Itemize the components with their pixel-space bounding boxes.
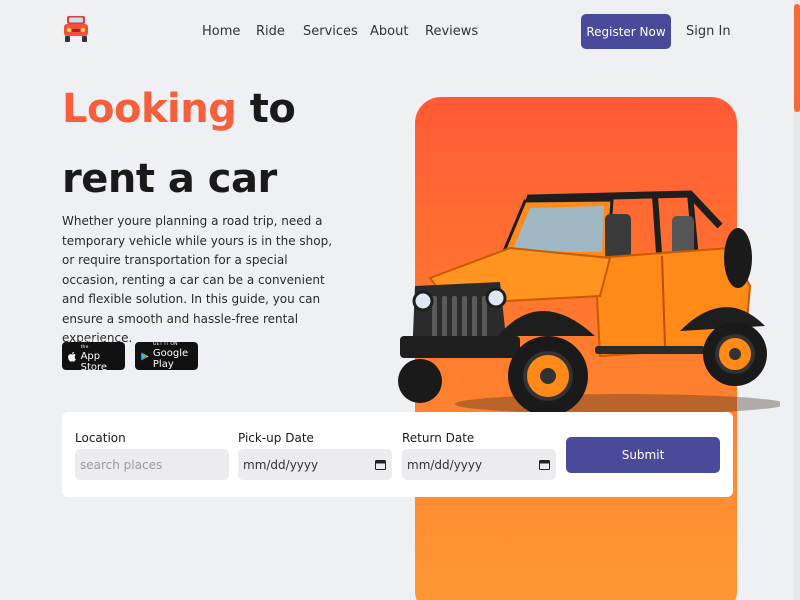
pickup-date-label: Pick-up Date bbox=[238, 431, 314, 445]
app-store-badge[interactable]: Download on the App Store bbox=[62, 339, 125, 373]
car-logo-icon[interactable] bbox=[62, 14, 90, 44]
location-input[interactable]: search places bbox=[75, 449, 229, 480]
google-play-badge[interactable]: GET IT ON Google Play bbox=[135, 342, 198, 370]
hero-description: Whether youre planning a road trip, need… bbox=[62, 214, 333, 345]
return-date-input[interactable]: mm/dd/yyyy bbox=[402, 449, 556, 480]
apple-badge-small: Download on the bbox=[80, 339, 113, 350]
headline-accent: Looking bbox=[62, 86, 237, 132]
return-date-value: mm/dd/yyyy bbox=[407, 457, 483, 472]
headline-line2: rent a car bbox=[62, 156, 277, 202]
hero-headline: Looking to rent a car bbox=[62, 74, 296, 214]
return-date-label: Return Date bbox=[402, 431, 475, 445]
headline-rest: to bbox=[236, 86, 296, 132]
nav-services[interactable]: Services bbox=[303, 24, 358, 39]
nav-reviews[interactable]: Reviews bbox=[425, 24, 478, 39]
calendar-icon[interactable] bbox=[375, 459, 386, 470]
submit-button[interactable]: Submit bbox=[566, 437, 720, 473]
apple-badge-big: App Store bbox=[80, 351, 108, 373]
nav-about[interactable]: About bbox=[370, 24, 408, 39]
apple-icon bbox=[68, 351, 76, 362]
nav-home[interactable]: Home bbox=[202, 24, 240, 39]
jeep-car-image bbox=[398, 190, 780, 416]
google-badge-big: Google Play bbox=[152, 348, 189, 370]
register-now-button[interactable]: Register Now bbox=[581, 14, 671, 49]
nav-ride[interactable]: Ride bbox=[256, 24, 285, 39]
location-label: Location bbox=[75, 431, 126, 445]
scrollbar-thumb[interactable] bbox=[794, 4, 800, 112]
sign-in-link[interactable]: Sign In bbox=[686, 24, 731, 39]
calendar-icon[interactable] bbox=[539, 459, 550, 470]
google-play-icon bbox=[141, 352, 149, 360]
pickup-date-value: mm/dd/yyyy bbox=[243, 457, 319, 472]
pickup-date-input[interactable]: mm/dd/yyyy bbox=[238, 449, 392, 480]
